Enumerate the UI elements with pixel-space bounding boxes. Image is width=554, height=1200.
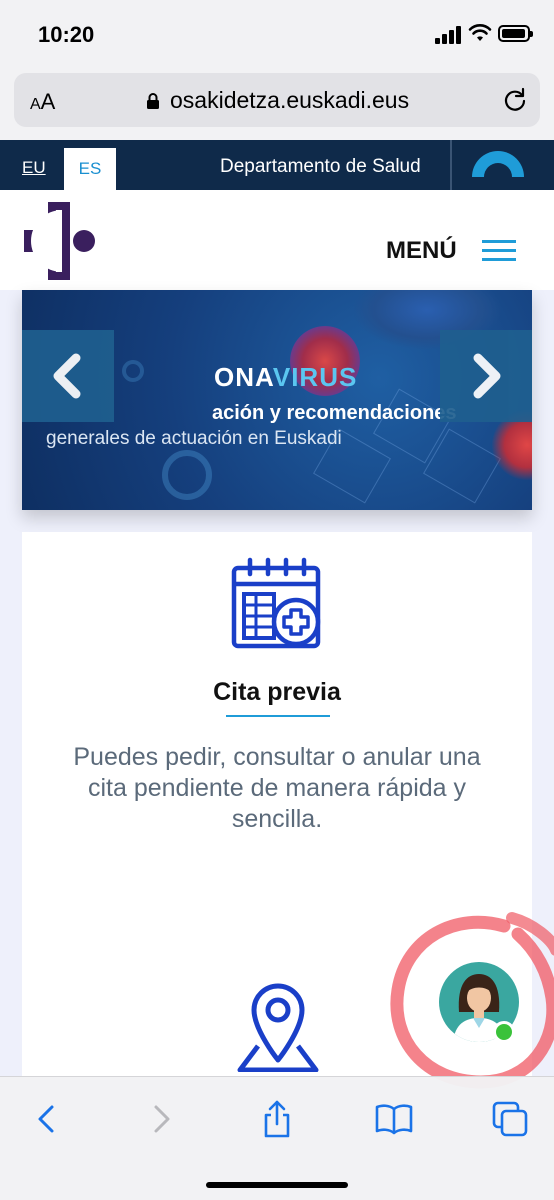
lang-es-link[interactable]: ES bbox=[64, 148, 116, 190]
lock-icon bbox=[147, 93, 159, 109]
reload-icon[interactable] bbox=[502, 87, 528, 113]
department-label[interactable]: Departamento de Salud bbox=[220, 156, 421, 178]
share-icon[interactable] bbox=[257, 1099, 297, 1139]
wifi-icon bbox=[468, 24, 492, 41]
battery-icon bbox=[498, 25, 533, 42]
card-title[interactable]: Cita previa bbox=[22, 678, 532, 707]
bookmarks-icon[interactable] bbox=[374, 1099, 414, 1139]
status-time: 10:20 bbox=[38, 22, 95, 47]
topbar-divider bbox=[450, 140, 452, 190]
banner-title: ONAVIRUS bbox=[214, 362, 358, 392]
text-size-button[interactable]: AA bbox=[30, 89, 55, 115]
chevron-left-icon bbox=[53, 353, 81, 399]
site-topbar: EU ES Departamento de Salud bbox=[0, 140, 554, 190]
forward-icon[interactable] bbox=[142, 1099, 182, 1139]
banner-subtitle-2: generales de actuación en Euskadi bbox=[46, 428, 342, 449]
url-text[interactable]: osakidetza.euskadi.eus bbox=[170, 87, 409, 114]
banner-subtitle-1: ación y recomendaciones bbox=[212, 402, 457, 424]
home-indicator bbox=[206, 1182, 348, 1188]
tabs-icon[interactable] bbox=[490, 1099, 530, 1139]
online-status-dot bbox=[493, 1021, 515, 1043]
signal-icon bbox=[435, 26, 463, 44]
address-bar[interactable]: AA osakidetza.euskadi.eus bbox=[14, 73, 540, 127]
browser-address-area: AA osakidetza.euskadi.eus bbox=[0, 70, 554, 140]
menu-button-label[interactable]: MENÚ bbox=[386, 237, 457, 265]
map-pin-icon bbox=[237, 983, 319, 1072]
back-icon[interactable] bbox=[26, 1099, 66, 1139]
osakidetza-logo[interactable] bbox=[24, 202, 102, 280]
hamburger-menu-icon[interactable] bbox=[482, 240, 516, 262]
card-title-underline bbox=[226, 715, 330, 717]
lang-eu-link[interactable]: EU bbox=[22, 158, 46, 178]
calendar-add-icon bbox=[231, 557, 321, 649]
carousel-next-button[interactable] bbox=[440, 330, 532, 422]
chevron-right-icon bbox=[473, 353, 501, 399]
status-bar: 10:20 bbox=[0, 0, 554, 70]
carousel-prev-button[interactable] bbox=[22, 330, 114, 422]
site-header: MENÚ bbox=[0, 190, 554, 290]
card-description: Puedes pedir, consultar o anular una cit… bbox=[73, 743, 481, 833]
